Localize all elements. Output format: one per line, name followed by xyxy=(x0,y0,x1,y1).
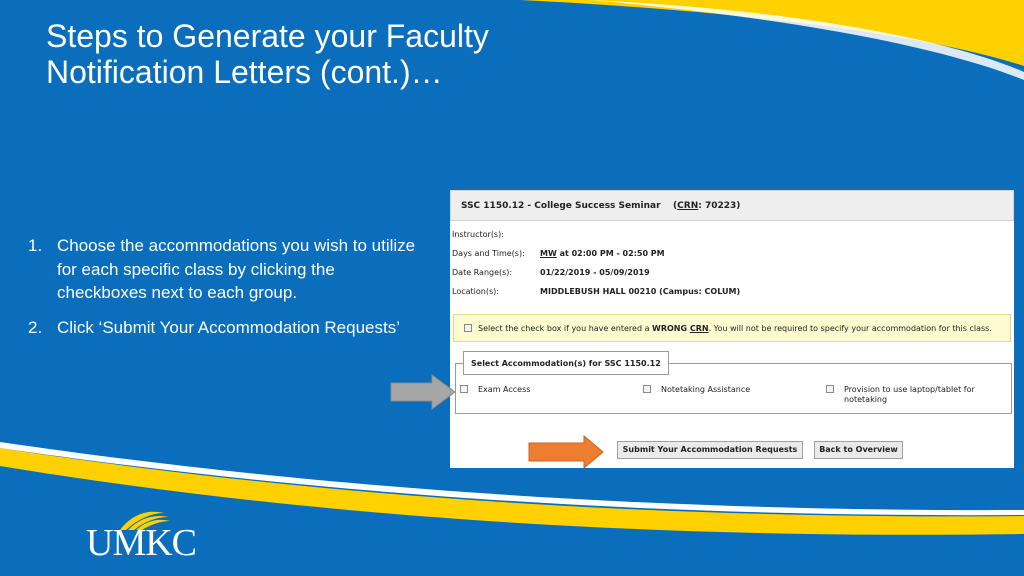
crn-label: CRN xyxy=(677,201,699,211)
accommodation-option[interactable]: Provision to use laptop/tablet for notet… xyxy=(826,385,984,405)
step-text: Click ‘Submit Your Accommodation Request… xyxy=(57,317,400,337)
umkc-logo-text: UMKC xyxy=(86,522,197,564)
slide-title: Steps to Generate your Faculty Notificat… xyxy=(46,18,489,90)
crn-value: : 70223) xyxy=(698,201,741,211)
step-number: 2. xyxy=(28,317,43,337)
checkbox-icon[interactable] xyxy=(826,385,834,393)
wrong-crn-notice: Select the check box if you have entered… xyxy=(453,314,1011,342)
orange-arrow-icon xyxy=(528,435,604,469)
accommodation-label: Provision to use laptop/tablet for notet… xyxy=(844,385,975,404)
accommodation-legend: Select Accommodation(s) for SSC 1150.12 xyxy=(463,351,669,375)
wrong-crn-checkbox[interactable] xyxy=(464,324,472,332)
checkbox-icon[interactable] xyxy=(460,385,468,393)
checkbox-icon[interactable] xyxy=(643,385,651,393)
date-range-label: Date Range(s): xyxy=(452,268,513,277)
submit-accommodation-button[interactable]: Submit Your Accommodation Requests xyxy=(617,441,803,459)
time-value: at 02:00 PM - 02:50 PM xyxy=(556,249,665,258)
location-value: MIDDLEBUSH HALL 00210 (Campus: COLUM) xyxy=(540,287,741,296)
course-header: SSC 1150.12 - College Success Seminar (C… xyxy=(450,190,1014,221)
gray-arrow-icon xyxy=(390,374,456,410)
instruction-list: 1. Choose the accommodations you wish to… xyxy=(28,234,418,350)
instructor-label: Instructor(s): xyxy=(452,230,504,239)
list-item: 1. Choose the accommodations you wish to… xyxy=(28,234,418,305)
location-label: Location(s): xyxy=(452,287,499,296)
accommodation-option[interactable]: Notetaking Assistance xyxy=(643,385,750,395)
accommodation-option[interactable]: Exam Access xyxy=(460,385,530,395)
course-title: SSC 1150.12 - College Success Seminar xyxy=(461,201,661,211)
accommodation-label: Exam Access xyxy=(478,385,531,394)
step-number: 1. xyxy=(28,236,43,255)
embedded-screenshot: SSC 1150.12 - College Success Seminar (C… xyxy=(450,190,1014,468)
date-range-value: 01/22/2019 - 05/09/2019 xyxy=(540,268,650,277)
list-item: 2. Click ‘Submit Your Accommodation Requ… xyxy=(28,316,418,340)
step-text: Choose the accommodations you wish to ut… xyxy=(57,236,416,302)
days-value: MW xyxy=(540,249,557,258)
back-to-overview-button[interactable]: Back to Overview xyxy=(814,441,903,459)
accommodation-label: Notetaking Assistance xyxy=(661,385,751,394)
days-label: Days and Time(s): xyxy=(452,249,525,258)
